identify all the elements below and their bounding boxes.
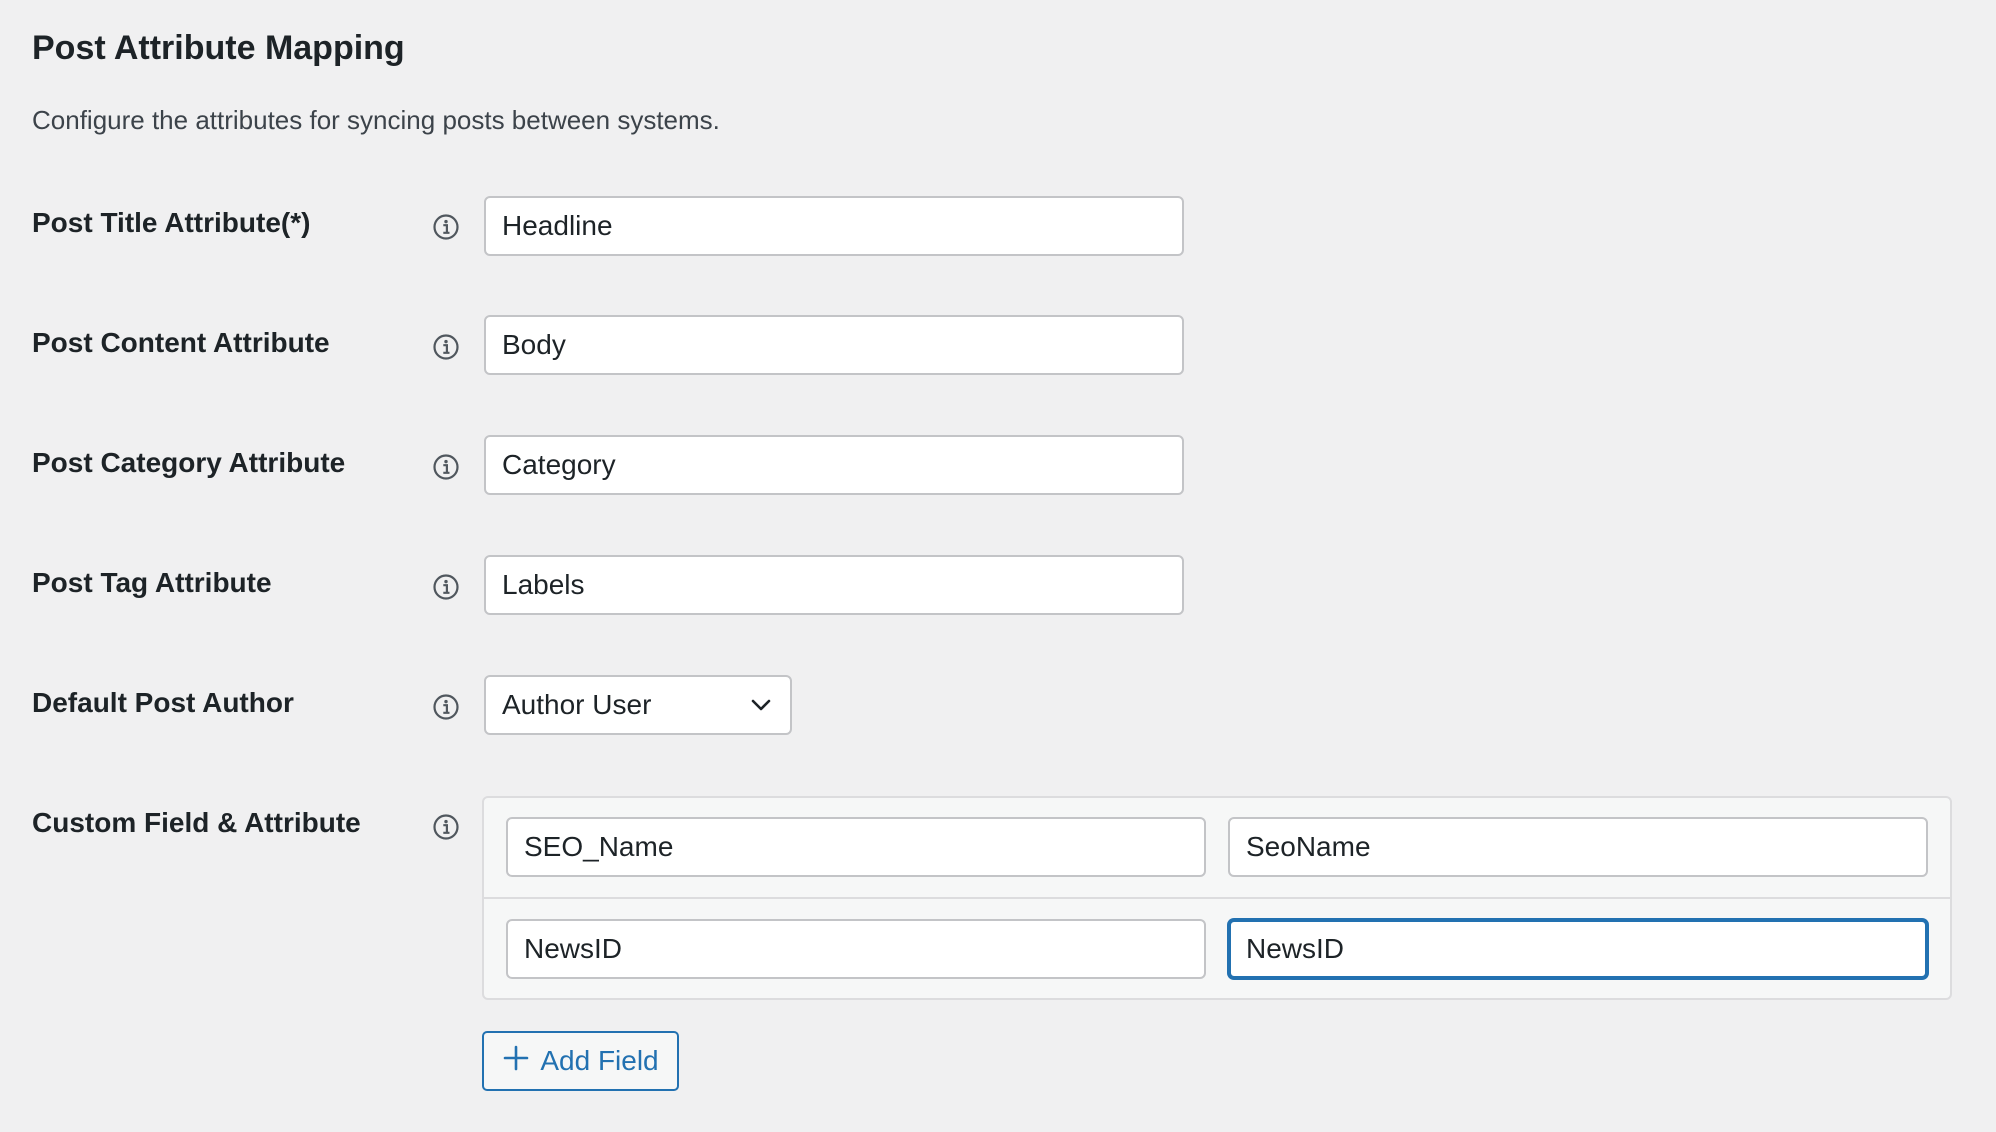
info-circle-icon[interactable] bbox=[432, 213, 460, 241]
plus-icon bbox=[502, 1044, 530, 1079]
default-author-select[interactable]: Author User bbox=[484, 675, 792, 735]
custom-field-name-input[interactable] bbox=[506, 919, 1206, 979]
info-circle-icon[interactable] bbox=[432, 693, 460, 721]
post-tag-label: Post Tag Attribute bbox=[32, 567, 272, 598]
add-field-label: Add Field bbox=[540, 1045, 659, 1076]
post-tag-input[interactable] bbox=[484, 555, 1184, 615]
default-author-label: Default Post Author bbox=[32, 687, 294, 718]
default-author-value: Author User bbox=[502, 689, 652, 720]
info-circle-icon[interactable] bbox=[432, 813, 460, 841]
info-circle-icon[interactable] bbox=[432, 573, 460, 601]
post-title-input[interactable] bbox=[484, 196, 1184, 256]
chevron-down-icon bbox=[748, 692, 774, 718]
add-field-button[interactable]: Add Field bbox=[482, 1031, 679, 1091]
section-description: Configure the attributes for syncing pos… bbox=[32, 105, 720, 135]
post-content-label: Post Content Attribute bbox=[32, 327, 330, 358]
settings-page: Post Attribute Mapping Configure the att… bbox=[0, 0, 1996, 1132]
info-circle-icon[interactable] bbox=[432, 453, 460, 481]
custom-field-name-input[interactable] bbox=[506, 817, 1206, 877]
post-category-input[interactable] bbox=[484, 435, 1184, 495]
custom-attribute-input[interactable] bbox=[1228, 919, 1928, 979]
custom-field-label: Custom Field & Attribute bbox=[32, 807, 361, 838]
info-circle-icon[interactable] bbox=[432, 333, 460, 361]
custom-field-divider bbox=[482, 897, 1952, 899]
custom-attribute-input[interactable] bbox=[1228, 817, 1928, 877]
post-content-input[interactable] bbox=[484, 315, 1184, 375]
section-title: Post Attribute Mapping bbox=[32, 29, 405, 67]
post-category-label: Post Category Attribute bbox=[32, 447, 346, 478]
post-title-label: Post Title Attribute(*) bbox=[32, 207, 311, 238]
